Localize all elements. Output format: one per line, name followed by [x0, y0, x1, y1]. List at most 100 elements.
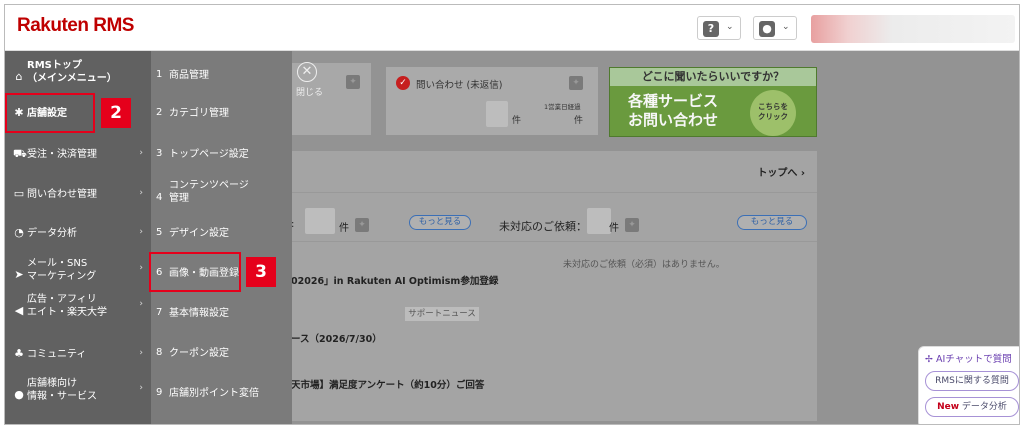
inquiry-sub-unit: 件 [574, 116, 584, 126]
more-button[interactable]: もっと見る [737, 215, 807, 230]
inquiry-title: 問い合わせ (未返信) [416, 80, 503, 91]
submenu-number: 3 [156, 148, 163, 159]
menu-item-label: RMSトップ （メインメニュー） [27, 60, 117, 84]
submenu-item-1[interactable]: 1 商品管理 [151, 69, 292, 97]
megaphone-icon: ◀ [14, 304, 24, 317]
news-item[interactable]: 02026」in Rakuten AI Optimism参加登録 [291, 273, 498, 287]
submenu-label: トップページ設定 [169, 149, 249, 160]
chevron-down-icon: ⌄ [782, 22, 790, 32]
no-request-text: 未対応のご依頼（必須）はありません。 [563, 260, 725, 270]
menu-item-8[interactable]: ● 店舗様向け 情報・サービス › [5, 375, 151, 405]
menu-item-2[interactable]: ⛟ 受注・決済管理 › [5, 139, 151, 169]
news-item[interactable]: 天市場】満足度アンケート（約10分）ご回答 [291, 377, 484, 391]
submenu-label: カテゴリ管理 [169, 108, 229, 119]
to-top-link[interactable]: トップへ › [757, 164, 805, 179]
chevron-right-icon: › [139, 348, 143, 358]
rms-window: Rakuten RMS ? ⌄ ● ⌄ ✕ 閉じる ✦ ✓ 問い合わせ (未返信… [4, 4, 1020, 425]
submenu-number: 5 [156, 227, 163, 238]
menu-item-7[interactable]: ♣ コミュニティ › [5, 339, 151, 369]
submenu-number: 4 [156, 192, 163, 203]
more-button[interactable]: もっと見る [409, 215, 471, 230]
cart-icon: ⛟ [13, 147, 27, 160]
submenu-label: クーポン設定 [169, 348, 229, 359]
chevron-right-icon: › [139, 148, 143, 158]
lightbulb-icon: ✦ [346, 75, 360, 89]
shop-name-blurred [811, 15, 1015, 43]
data-analysis-button[interactable]: New データ分析 [925, 397, 1019, 417]
menu-item-label: コミュニティ [27, 349, 87, 360]
lightbulb-icon: ✦ [569, 76, 583, 90]
submenu-item-4[interactable]: 4 コンテンツページ 管理 [151, 180, 292, 211]
submenu-number: 9 [156, 387, 163, 398]
submenu-number: 2 [156, 107, 163, 118]
help-icon: ? [703, 21, 719, 37]
chevron-right-icon: › [139, 227, 143, 237]
people-icon: ♣ [14, 347, 24, 360]
pending-label: 未対応のご依頼： [499, 220, 587, 233]
submenu-number: 8 [156, 347, 163, 358]
submenu-item-3[interactable]: 3 トップページ設定 [151, 148, 292, 176]
menu-item-label: 広告・アフィリ エイト・楽天大学 [27, 294, 107, 318]
lightbulb-icon: ✦ [355, 218, 369, 232]
submenu-label: 店舗別ポイント変倍 [169, 388, 259, 399]
pending-count-blurred [587, 208, 611, 234]
menu-item-5[interactable]: ➤ メール・SNS マーケティング › [5, 255, 151, 285]
menu-item-4[interactable]: ◔ データ分析 › [5, 218, 151, 248]
chat-icon: ▭ [13, 187, 25, 200]
person-icon: ● [759, 21, 775, 37]
menu-item-6[interactable]: ◀ 広告・アフィリ エイト・楽天大学 › [5, 291, 151, 321]
submenu-item-7[interactable]: 7 基本情報設定 [151, 307, 292, 335]
click-here-badge[interactable]: こちらを クリック [750, 90, 796, 136]
panel-header: トップへ › [291, 151, 817, 193]
submenu-label: 商品管理 [169, 70, 209, 81]
ai-chat-title[interactable]: ✢ AIチャットで質問 [925, 351, 1012, 365]
help-main-text: 各種サービス お問い合わせ [628, 92, 719, 129]
top-header: Rakuten RMS ? ⌄ ● ⌄ [5, 5, 1019, 51]
help-question: どこに聞いたらいいですか？ [610, 68, 816, 86]
menu-item-label: 受注・決済管理 [27, 149, 97, 160]
step-badge-3: 3 [246, 257, 276, 287]
chevron-right-icon: › [139, 263, 143, 273]
rms-question-button[interactable]: RMSに関する質問 [925, 371, 1019, 391]
submenu-label: デザイン設定 [169, 228, 229, 239]
submenu-number: 7 [156, 307, 163, 318]
help-banner[interactable]: どこに聞いたらいいですか？ 各種サービス お問い合わせ こちらを クリック [609, 67, 817, 137]
chart-pie-icon: ◔ [14, 226, 24, 239]
count-blurred [305, 208, 335, 234]
pending-unit: 件 [609, 223, 619, 234]
inquiry-sub-label: 1営業日経過 [544, 103, 581, 111]
step-badge-2: 2 [101, 98, 131, 128]
menu-item-label: 店舗様向け 情報・サービス [27, 378, 97, 402]
lightbulb-icon: ✦ [625, 218, 639, 232]
requests-panel: トップへ › : 件 ✦ もっと見る 未対応のご依頼： 件 ✦ もっと見る 未対… [291, 151, 817, 421]
submenu-item-8[interactable]: 8 クーポン設定 [151, 347, 292, 375]
submenu-number: 1 [156, 69, 163, 80]
close-icon[interactable]: ✕ [297, 62, 317, 82]
support-news-badge: サポートニュース [405, 307, 479, 321]
submenu-label: 基本情報設定 [169, 308, 229, 319]
inquiry-unit: 件 [512, 116, 522, 126]
chevron-right-icon: › [139, 383, 143, 393]
menu-item-0[interactable]: ⌂ RMSトップ （メインメニュー） [5, 57, 151, 87]
chevron-right-icon: › [139, 188, 143, 198]
close-label[interactable]: 閉じる [296, 85, 323, 98]
menu-item-label: データ分析 [27, 228, 77, 239]
menu-item-3[interactable]: ▭ 問い合わせ管理 › [5, 179, 151, 209]
count-unit: 件 [339, 223, 349, 234]
submenu-item-2[interactable]: 2 カテゴリ管理 [151, 107, 292, 135]
help-menu-button[interactable]: ? ⌄ [697, 16, 741, 40]
menu-item-label: 問い合わせ管理 [27, 189, 97, 200]
home-icon: ⌂ [15, 70, 23, 83]
account-menu-button[interactable]: ● ⌄ [753, 16, 797, 40]
submenu-item-5[interactable]: 5 デザイン設定 [151, 227, 292, 255]
inquiry-card[interactable]: ✓ 問い合わせ (未返信) ✦ 件 1営業日経過 件 [386, 67, 598, 135]
rakuten-rms-logo[interactable]: Rakuten RMS [17, 15, 134, 37]
news-item[interactable]: ース（2026/7/30） [291, 331, 382, 345]
submenu-label: コンテンツページ 管理 [169, 180, 249, 204]
chevron-right-icon: › [139, 299, 143, 309]
inquiry-count-blurred [486, 101, 508, 127]
new-badge: New [937, 402, 960, 412]
submenu-item-9[interactable]: 9 店舗別ポイント変倍 [151, 387, 292, 415]
check-icon: ✓ [396, 76, 410, 90]
chevron-down-icon: ⌄ [726, 22, 734, 32]
